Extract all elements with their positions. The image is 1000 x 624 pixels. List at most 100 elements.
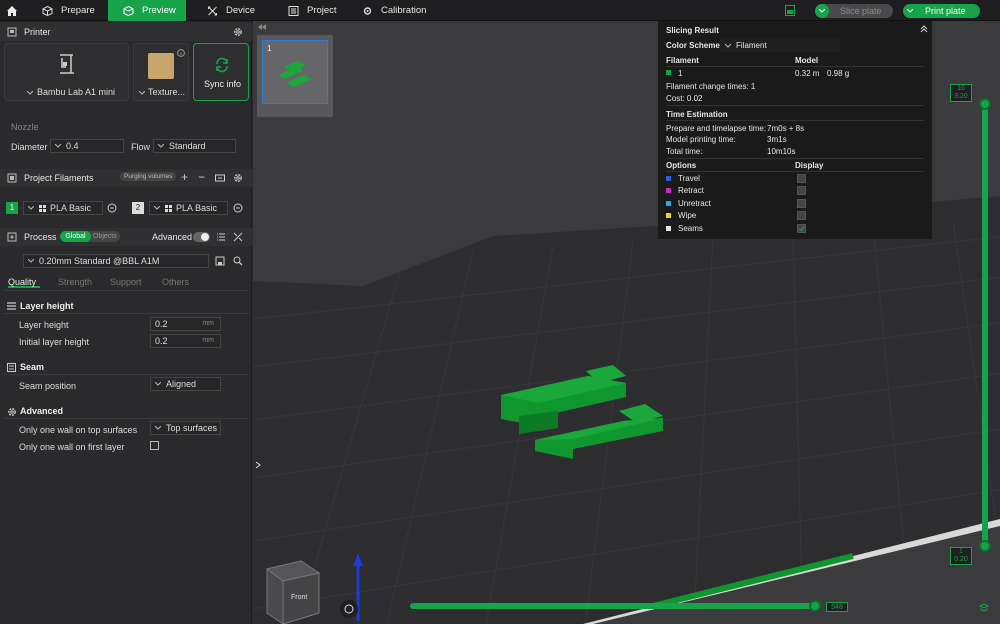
printer-section-title: Printer [24, 27, 51, 37]
global-objects-toggle[interactable]: Global Objects [60, 231, 120, 242]
seam-title: Seam [20, 362, 45, 372]
divider [4, 418, 248, 419]
plate-thumbnail[interactable]: 1 [257, 35, 333, 117]
collapse-icon[interactable] [920, 25, 928, 33]
view-cube[interactable] [265, 560, 321, 624]
diameter-select[interactable]: 0.4 [50, 139, 124, 153]
remove-circle-icon[interactable] [233, 203, 243, 213]
add-filament-button[interactable]: + [181, 170, 188, 184]
process-preset-select[interactable]: 0.20mm Standard @BBL A1M [23, 254, 209, 268]
color-scheme-select[interactable]: Filament [720, 38, 840, 52]
remove-circle-icon[interactable] [107, 203, 117, 213]
flow-select[interactable]: Standard [153, 139, 236, 153]
top-layer-index: 16 [957, 85, 965, 92]
initial-layer-value: 0.2 [155, 336, 168, 346]
slice-dropdown[interactable] [815, 4, 829, 18]
tab-strength[interactable]: Strength [58, 277, 92, 287]
divider [666, 66, 924, 67]
bottom-layer-height: 0.20 [954, 556, 968, 563]
list-icon[interactable] [216, 232, 226, 242]
save-preset-icon[interactable] [215, 256, 225, 266]
bottom-layer-index: 1 [959, 548, 963, 555]
filament-2-select[interactable]: PLA Basic [149, 201, 228, 215]
search-icon[interactable] [233, 256, 243, 266]
filament-spool-icon [39, 204, 46, 212]
tab-calibration[interactable]: Calibration [362, 0, 426, 21]
wipe-display-checkbox[interactable] [797, 211, 806, 220]
layer-slider-bottom-knob[interactable] [979, 540, 991, 552]
one-wall-first-checkbox[interactable] [150, 441, 159, 450]
print-plate-button[interactable]: Print plate [903, 4, 980, 18]
retract-display-checkbox[interactable] [797, 186, 806, 195]
filament-index: 1 [678, 69, 683, 78]
wipe-swatch [666, 213, 671, 218]
slice-plate-button[interactable]: Slice plate [815, 4, 893, 18]
objects-option[interactable]: Objects [93, 231, 117, 242]
diameter-value: 0.4 [66, 141, 79, 151]
tab-prepare[interactable]: Prepare [42, 0, 95, 21]
process-title: Process [24, 232, 57, 242]
unretract-swatch [666, 201, 671, 206]
layer-height-label: Layer height [19, 320, 69, 330]
color-scheme-label: Color Scheme [666, 41, 720, 50]
slicing-result-panel: Slicing Result Color Scheme Filament Fil… [658, 21, 932, 239]
unretract-display-checkbox[interactable] [797, 199, 806, 208]
preview-icon [123, 5, 134, 16]
layer-slider[interactable] [982, 103, 988, 543]
tab-preview[interactable]: Preview [108, 0, 186, 21]
global-option[interactable]: Global [60, 231, 91, 242]
seams-display-checkbox[interactable] [797, 224, 806, 233]
filament-spool-icon [165, 204, 172, 212]
one-wall-top-select[interactable]: Top surfaces [150, 421, 221, 435]
divider [4, 313, 248, 314]
layer-height-input[interactable]: 0.2 mm [150, 317, 221, 331]
layers-menu-icon[interactable] [979, 603, 989, 613]
home-icon [7, 5, 17, 16]
printer-select-card[interactable]: Bambu Lab A1 mini [4, 43, 129, 101]
move-slider-knob[interactable] [809, 600, 821, 612]
collapse-arrow-icon[interactable] [258, 24, 266, 30]
tab-device[interactable]: Device [207, 0, 255, 21]
divider [666, 158, 924, 159]
info-icon[interactable] [177, 49, 185, 57]
seam-position-select[interactable]: Aligned [150, 377, 221, 391]
expand-arrow-icon[interactable] [255, 461, 263, 469]
tab-support[interactable]: Support [110, 277, 142, 287]
advanced-toggle[interactable] [193, 232, 210, 242]
print-dropdown[interactable] [903, 4, 917, 18]
gear-icon[interactable] [233, 27, 243, 37]
filament-length: 0.32 m [795, 69, 820, 78]
divider [666, 120, 924, 121]
compare-icon[interactable] [233, 232, 243, 242]
travel-display-checkbox[interactable] [797, 174, 806, 183]
filament-color-swatch [666, 70, 671, 75]
tab-calibration-label: Calibration [381, 5, 427, 16]
tab-others[interactable]: Others [162, 277, 189, 287]
export-icon[interactable] [785, 5, 795, 16]
top-layer-height: 3.20 [954, 93, 968, 100]
tab-quality[interactable]: Quality [8, 275, 40, 288]
camera-reset-button[interactable] [340, 600, 358, 618]
layer-slider-bottom-value: 1 0.20 [950, 547, 972, 565]
filament-sync-icon[interactable] [215, 173, 225, 183]
flow-label: Flow [131, 142, 151, 152]
project-icon [288, 5, 299, 16]
filament-1-select[interactable]: PLA Basic [23, 201, 103, 215]
filament-1-name: PLA Basic [50, 203, 92, 213]
plate-type-card[interactable]: Texture... [133, 43, 189, 101]
initial-layer-input[interactable]: 0.2 mm [150, 334, 221, 348]
chevron-down-icon [155, 426, 161, 430]
device-icon [208, 6, 217, 15]
remove-filament-button[interactable]: − [198, 170, 205, 184]
tab-project[interactable]: Project [288, 0, 337, 21]
layer-slider-top-knob[interactable] [979, 98, 991, 110]
purging-volumes-button[interactable]: Purging volumes [120, 172, 177, 181]
move-slider[interactable] [410, 603, 818, 609]
gear-icon[interactable] [233, 173, 243, 183]
sync-info-button[interactable]: Sync info [193, 43, 249, 101]
home-button[interactable] [6, 0, 20, 21]
prepare-time-value: 7m0s + 8s [767, 124, 805, 133]
display-header: Display [795, 161, 824, 170]
textured-plate-icon [148, 53, 174, 79]
option-label: Travel [678, 174, 700, 183]
